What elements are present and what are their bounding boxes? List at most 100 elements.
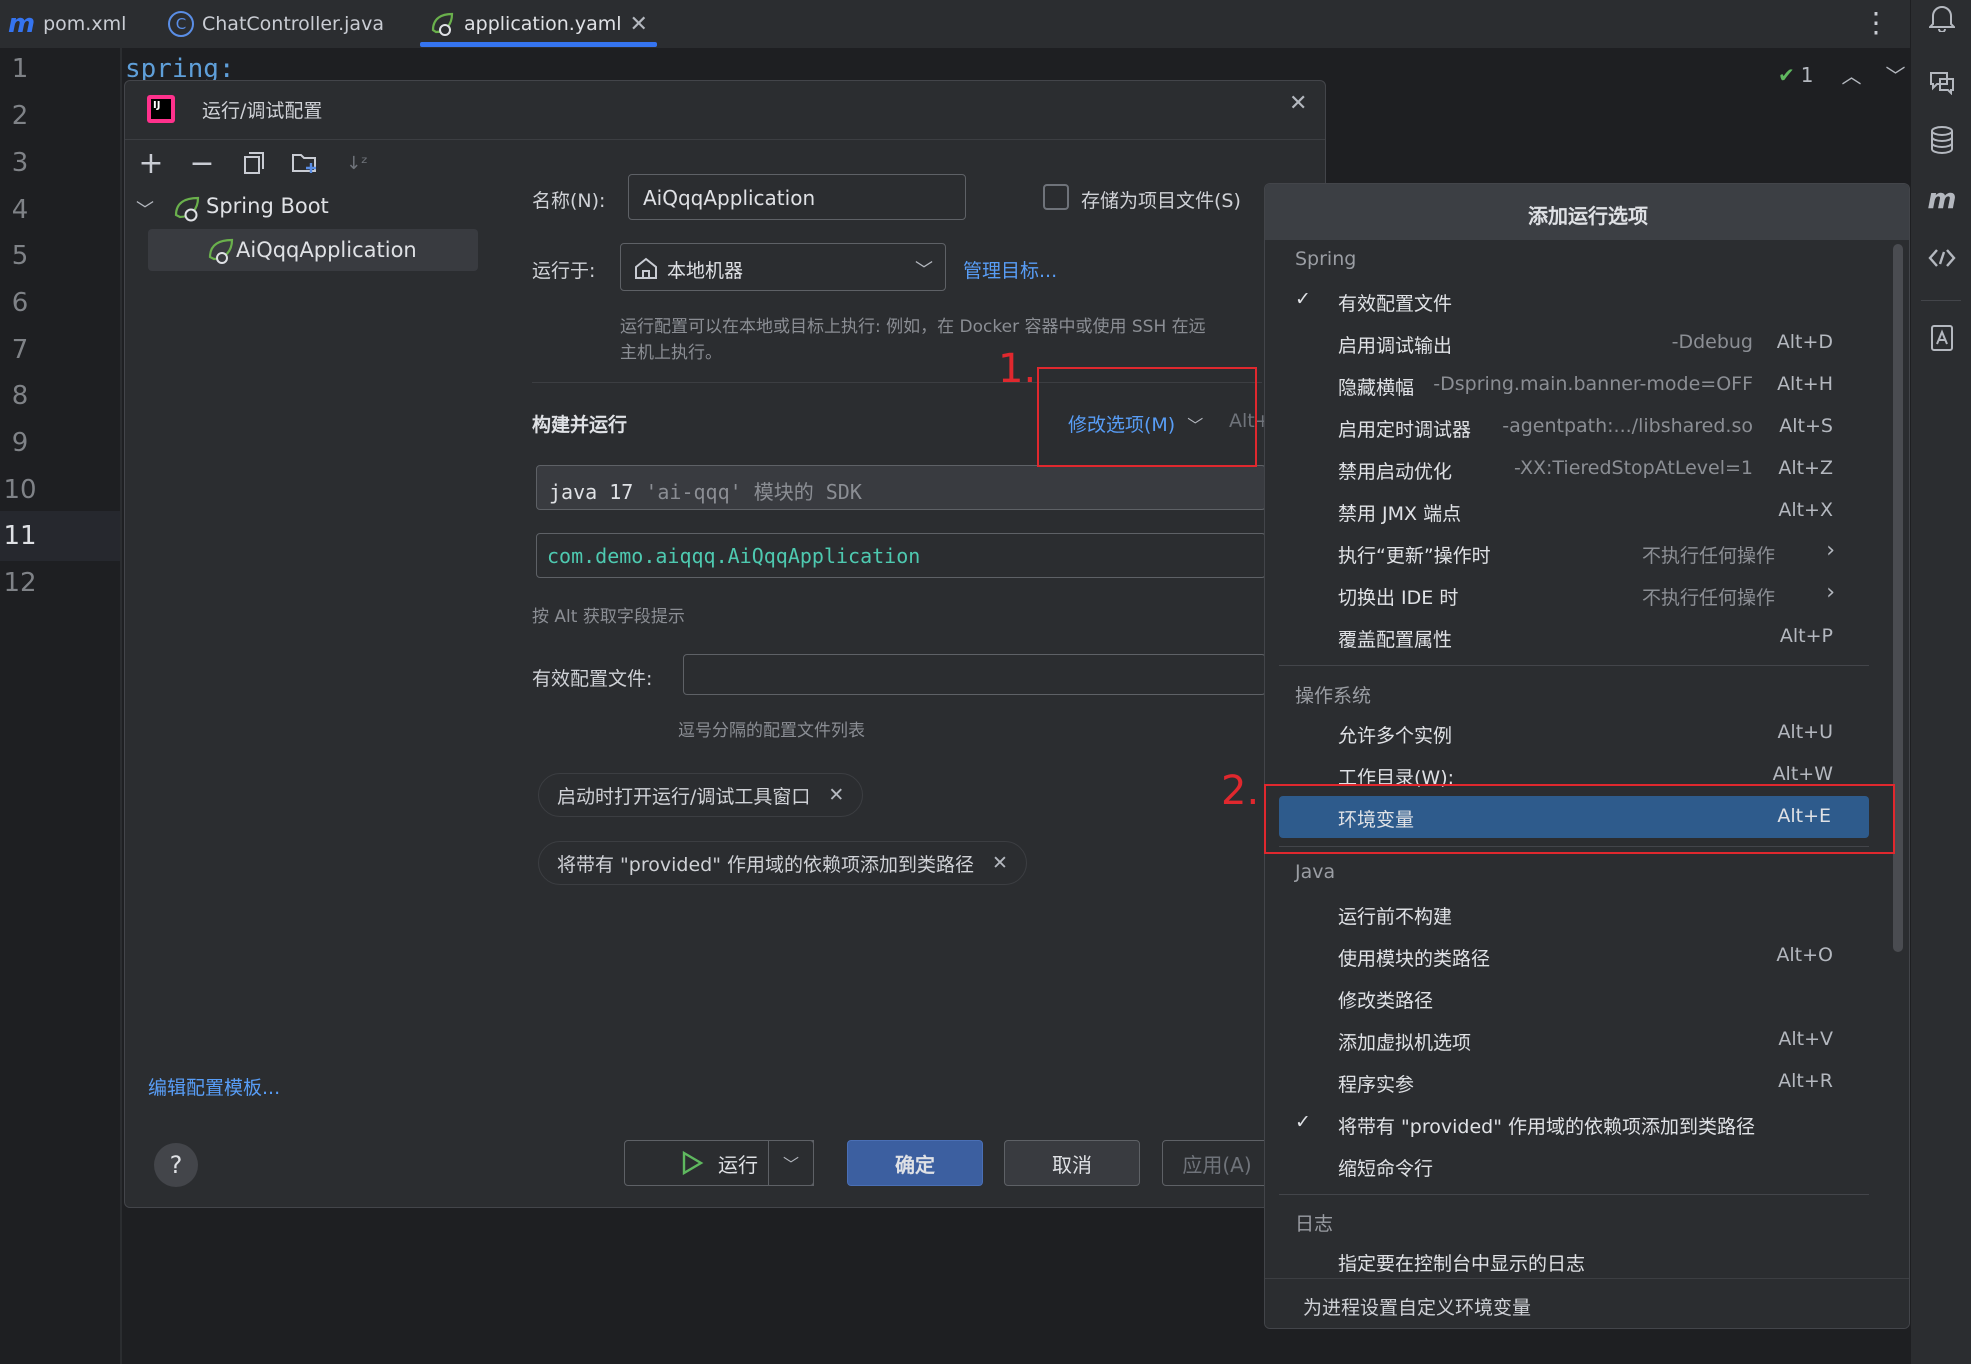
run-on-hint-line-2: 主机上执行。: [620, 343, 722, 363]
line-number: 3: [11, 148, 29, 178]
remove-config-icon[interactable]: −: [187, 146, 217, 181]
more-tabs-icon[interactable]: ⋮: [1862, 6, 1890, 39]
menu-item-disable-jmx[interactable]: 禁用 JMX 端点 Alt+X: [1265, 490, 1885, 530]
close-dialog-icon[interactable]: ✕: [1289, 91, 1307, 116]
section-java: Java: [1295, 861, 1336, 883]
copy-config-icon[interactable]: [239, 148, 269, 178]
option-chip[interactable]: 启动时打开运行/调试工具窗口 ✕: [538, 773, 864, 817]
menu-item-console-logs[interactable]: 指定要在控制台中显示的日志: [1265, 1240, 1885, 1280]
name-field[interactable]: AiQqqApplication: [628, 174, 966, 220]
chevron-down-icon: ﹀: [782, 1155, 799, 1174]
ai-chat-icon[interactable]: [1926, 66, 1958, 98]
edit-templates-link[interactable]: 编辑配置模板...: [148, 1073, 280, 1100]
run-icon: [682, 1150, 704, 1176]
menu-item-vm-options[interactable]: 添加虚拟机选项 Alt+V: [1265, 1019, 1885, 1059]
sort-icon[interactable]: ↓ᶻ: [342, 148, 372, 178]
menu-item-program-args[interactable]: 程序实参 Alt+R: [1265, 1061, 1885, 1101]
menu-item-hide-banner[interactable]: 隐藏横幅 -Dspring.main.banner-mode=OFF Alt+H: [1265, 364, 1885, 404]
run-on-select[interactable]: 本地机器 ﹀: [620, 243, 946, 291]
menu-item-label: 允许多个实例: [1338, 725, 1453, 747]
line-number: 10: [3, 475, 37, 505]
line-number-gutter: 1 2 3 4 5 6 7 8 9 10 11 12: [0, 48, 40, 608]
menu-item-disable-launch-opt[interactable]: 禁用启动优化 -XX:TieredStopAtLevel=1 Alt+Z: [1265, 448, 1885, 488]
annotation-box-2: [1264, 784, 1895, 854]
store-project-checkbox[interactable]: [1043, 184, 1069, 210]
jdk-select[interactable]: java 17 'ai-qqq' 模块的 SDK: [536, 465, 1266, 510]
menu-item-shorten-cmdline[interactable]: 缩短命令行: [1265, 1145, 1885, 1185]
tab-pom-xml[interactable]: m pom.xml: [8, 0, 126, 48]
profiles-label: 有效配置文件:: [532, 668, 653, 690]
menu-item-label: 有效配置文件: [1338, 293, 1453, 315]
check-icon: ✓: [1295, 288, 1311, 310]
menu-item-shortcut: Alt+Z: [1778, 457, 1833, 479]
chevron-right-icon: ›: [1826, 538, 1835, 563]
expand-chevron-icon[interactable]: ﹀: [136, 196, 154, 222]
notifications-icon[interactable]: [1926, 2, 1958, 34]
maven-tool-icon[interactable]: m: [1926, 182, 1958, 215]
menu-item-label: 启用定时调试器: [1338, 419, 1472, 441]
run-on-hint-line-1: 运行配置可以在本地或目标上执行: 例如，在 Docker 容器中或使用 SSH …: [620, 317, 1206, 337]
menu-item-label: 缩短命令行: [1338, 1158, 1434, 1180]
tab-chat-controller[interactable]: C ChatController.java: [168, 0, 384, 48]
apply-button[interactable]: 应用(A): [1162, 1140, 1272, 1186]
tab-application-yaml[interactable]: application.yaml ✕: [428, 0, 648, 48]
menu-item-module-classpath[interactable]: 使用模块的类路径 Alt+O: [1265, 935, 1885, 975]
main-class-field[interactable]: com.demo.aiqqq.AiQqqApplication: [536, 533, 1266, 578]
option-chip[interactable]: 将带有 "provided" 作用域的依赖项添加到类路径 ✕: [538, 841, 1027, 885]
ok-button[interactable]: 确定: [847, 1140, 983, 1186]
jdk-module: 'ai-qqq': [645, 480, 742, 504]
help-button[interactable]: ?: [154, 1143, 198, 1187]
spring-boot-run-icon: [206, 235, 236, 269]
menu-item-frame-deactivation[interactable]: 切换出 IDE 时 不执行任何操作 ›: [1265, 574, 1885, 614]
line-number: 6: [11, 288, 29, 318]
menu-item-hint: -Dspring.main.banner-mode=OFF: [1433, 373, 1753, 395]
menu-item-multiple-instances[interactable]: 允许多个实例 Alt+U: [1265, 712, 1885, 752]
popup-title: 添加运行选项: [1528, 204, 1648, 228]
add-config-icon[interactable]: +: [136, 146, 166, 181]
spring-leaf-icon: [431, 12, 454, 36]
profiles-field[interactable]: [683, 654, 1266, 695]
menu-item-provided-scope[interactable]: ✓ 将带有 "provided" 作用域的依赖项添加到类路径: [1265, 1103, 1885, 1143]
line-number: 5: [11, 241, 29, 271]
menu-item-shortcut: Alt+D: [1776, 331, 1833, 353]
title-divider: [125, 139, 1325, 140]
cancel-button[interactable]: 取消: [1004, 1140, 1140, 1186]
main-class-value: com.demo.aiqqq.AiQqqApplication: [547, 544, 921, 568]
menu-item-on-update[interactable]: 执行“更新”操作时 不执行任何操作 ›: [1265, 532, 1885, 572]
gutter-separator: [120, 48, 122, 1364]
chevron-up-icon[interactable]: ︿: [1842, 60, 1862, 89]
line-number: 7: [11, 335, 29, 365]
menu-item-timed-debugger[interactable]: 启用定时调试器 -agentpath:.../libshared.so Alt+…: [1265, 406, 1885, 446]
menu-item-shortcut: Alt+H: [1777, 373, 1833, 395]
tab-label: pom.xml: [43, 13, 127, 35]
line-number: 12: [3, 568, 37, 598]
menu-item-debug-output[interactable]: 启用调试输出 -Ddebug Alt+D: [1265, 322, 1885, 362]
run-dropdown-button[interactable]: ﹀: [768, 1140, 814, 1186]
menu-item-shortcut: Alt+U: [1777, 721, 1833, 743]
line-number: 11: [3, 521, 37, 551]
inspection-widget[interactable]: ✔ 1 ︿ ﹀: [1778, 60, 1906, 89]
chip-label: 启动时打开运行/调试工具窗口: [557, 785, 811, 808]
chevron-down-icon[interactable]: ﹀: [1886, 60, 1906, 89]
menu-item-override-props[interactable]: 覆盖配置属性 Alt+P: [1265, 616, 1885, 656]
menu-item-modify-classpath[interactable]: 修改类路径: [1265, 977, 1885, 1017]
remove-chip-icon[interactable]: ✕: [828, 784, 844, 806]
endpoints-icon[interactable]: [1926, 242, 1958, 274]
menu-item-no-build[interactable]: 运行前不构建: [1265, 893, 1885, 933]
tree-item-selected[interactable]: AiQqqApplication: [148, 229, 478, 271]
new-folder-icon[interactable]: [290, 148, 320, 178]
tree-group-label[interactable]: Spring Boot: [206, 194, 329, 218]
manage-targets-link[interactable]: 管理目标...: [963, 256, 1057, 283]
check-double-icon: ✔: [1778, 62, 1795, 87]
close-tab-icon[interactable]: ✕: [630, 12, 648, 37]
editor-tab-bar: m pom.xml C ChatController.java applicat…: [0, 0, 1910, 48]
check-icon: ✓: [1295, 1111, 1311, 1133]
menu-item-label: 执行“更新”操作时: [1338, 545, 1491, 567]
translation-icon[interactable]: [1926, 322, 1958, 354]
remove-chip-icon[interactable]: ✕: [992, 852, 1008, 874]
menu-item-label: 指定要在控制台中显示的日志: [1338, 1253, 1586, 1275]
menu-item-label: 切换出 IDE 时: [1338, 587, 1459, 609]
menu-item-active-profiles[interactable]: ✓ 有效配置文件: [1265, 280, 1885, 320]
database-icon[interactable]: [1926, 124, 1958, 156]
menu-item-shortcut: Alt+O: [1776, 944, 1833, 966]
